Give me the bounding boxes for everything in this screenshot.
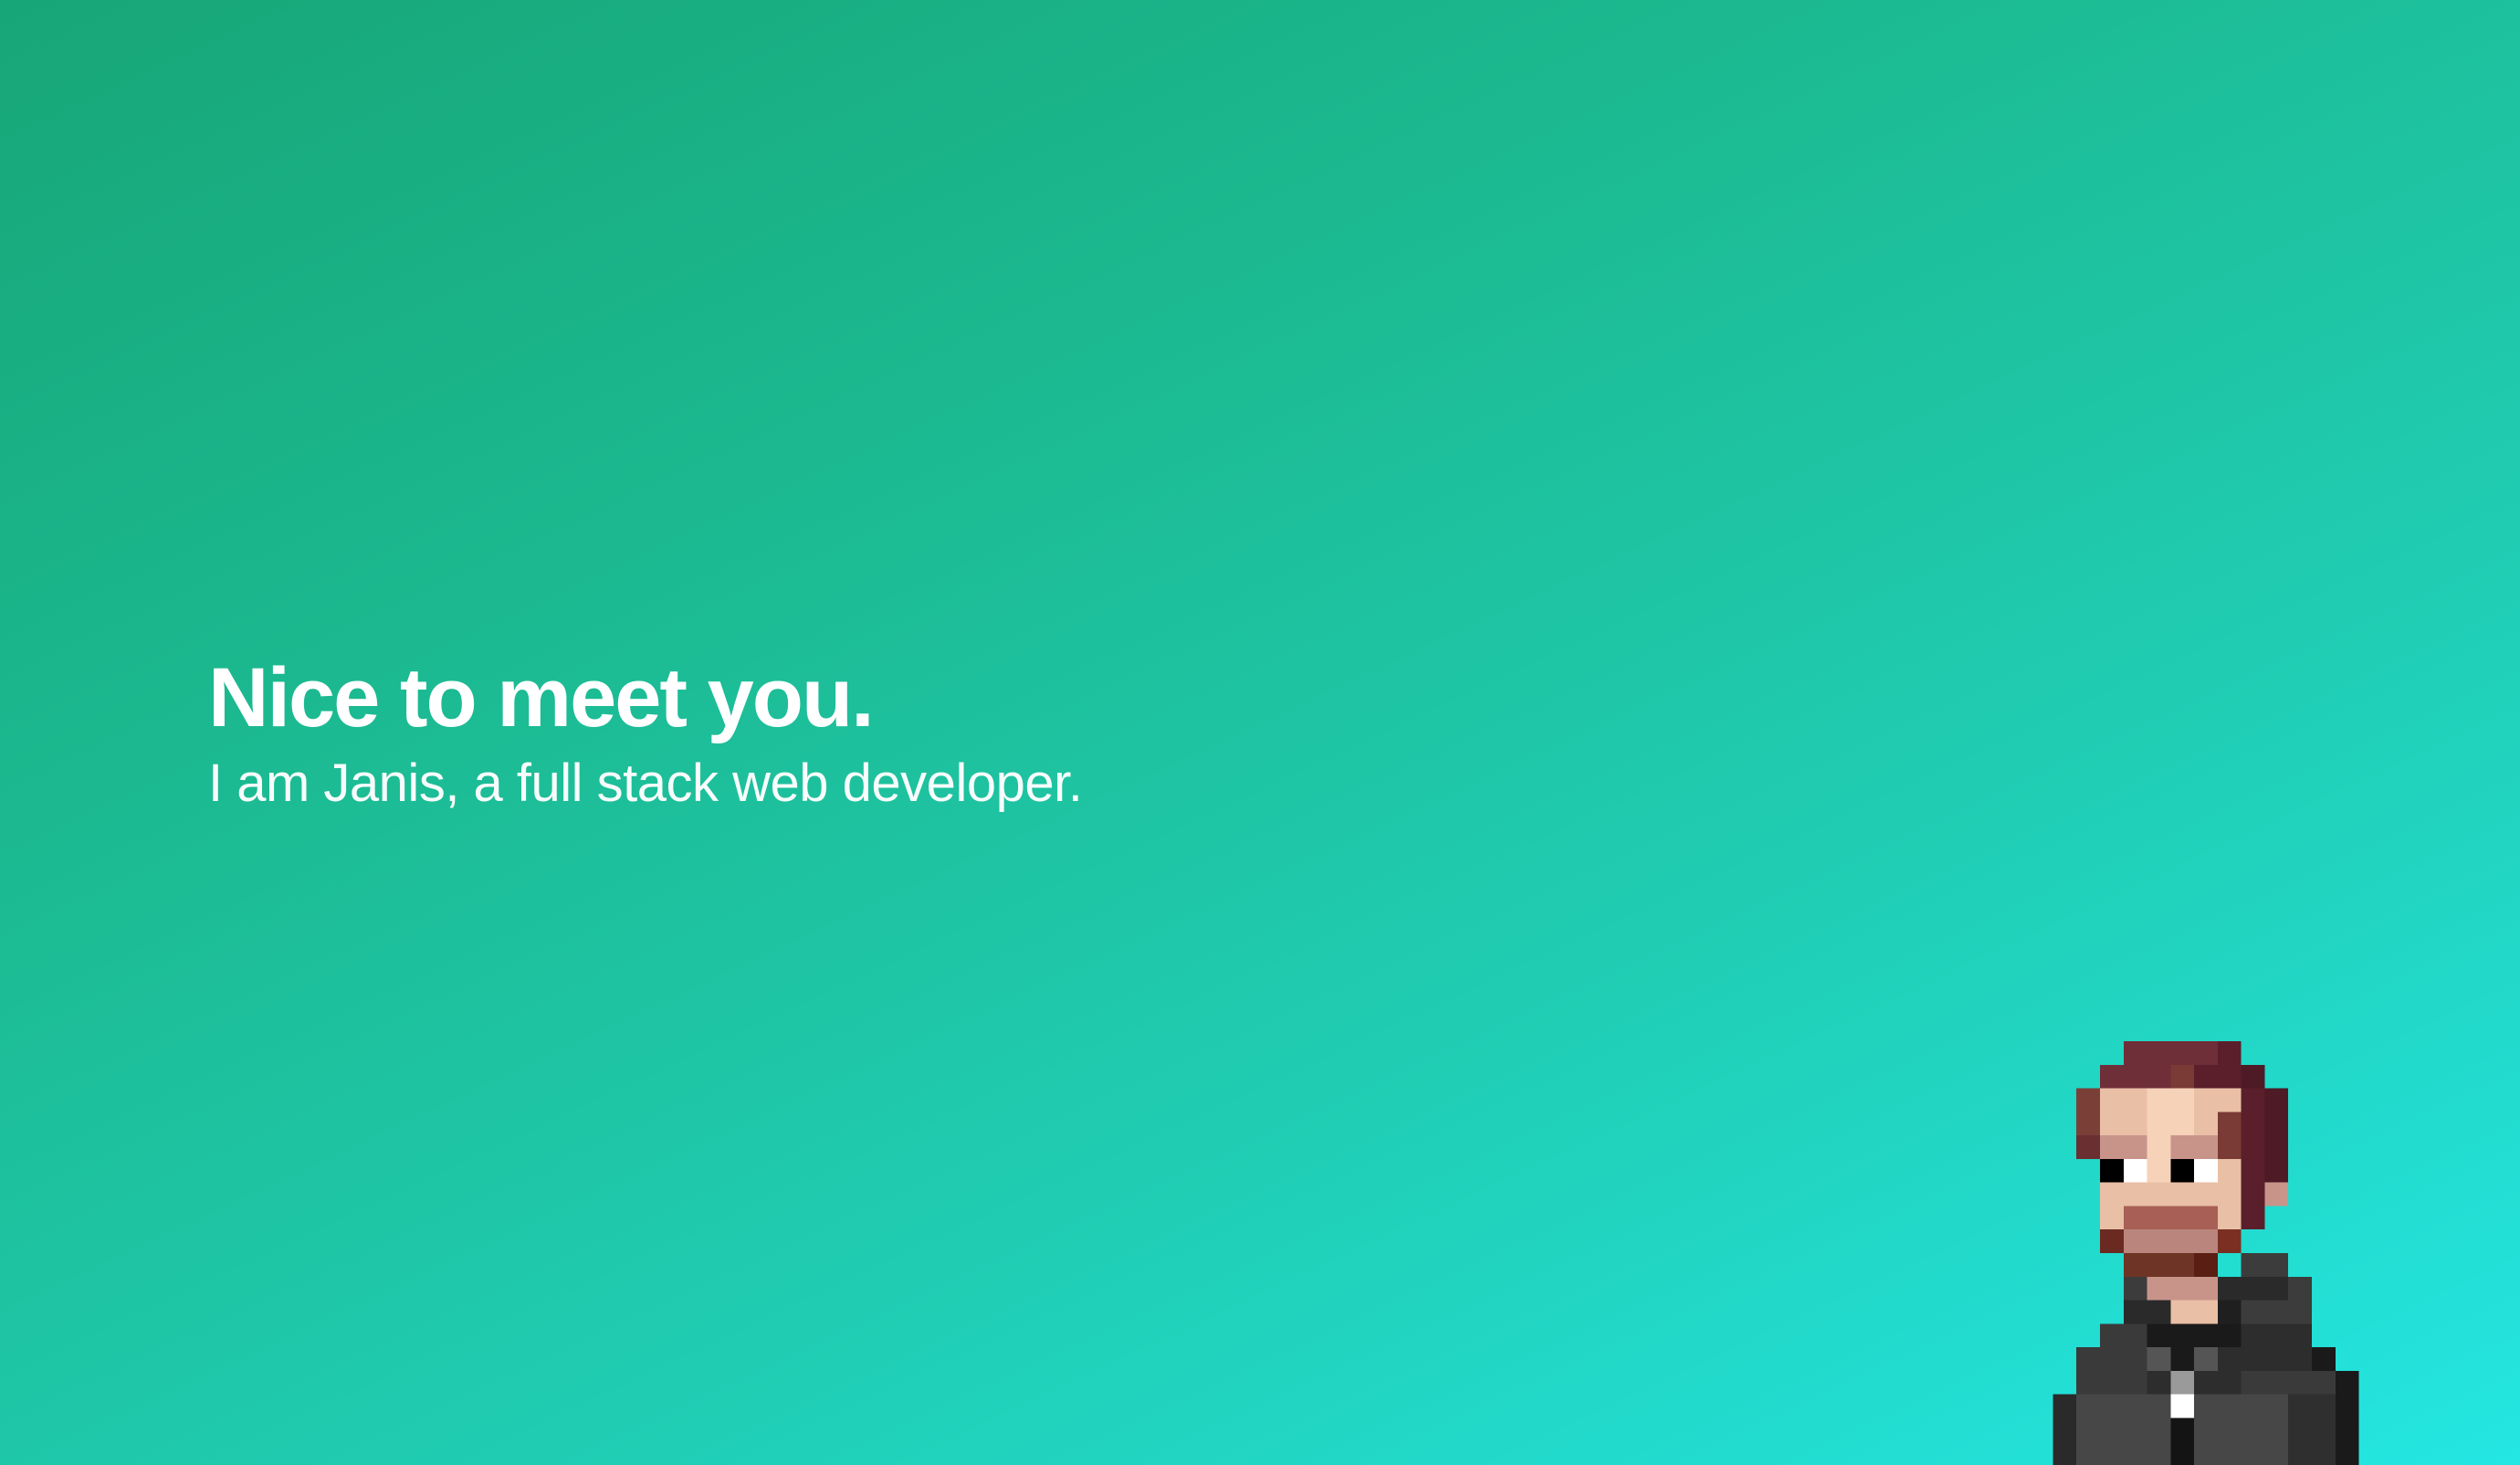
hero-text: Nice to meet you. I am Janis, a full sta… (208, 647, 1669, 818)
avatar (2053, 1041, 2359, 1465)
hero-title: Nice to meet you. (208, 651, 875, 744)
pixel-avatar-icon (2053, 1041, 2359, 1465)
hero-subtitle: I am Janis, a full stack web developer. (208, 754, 1083, 813)
